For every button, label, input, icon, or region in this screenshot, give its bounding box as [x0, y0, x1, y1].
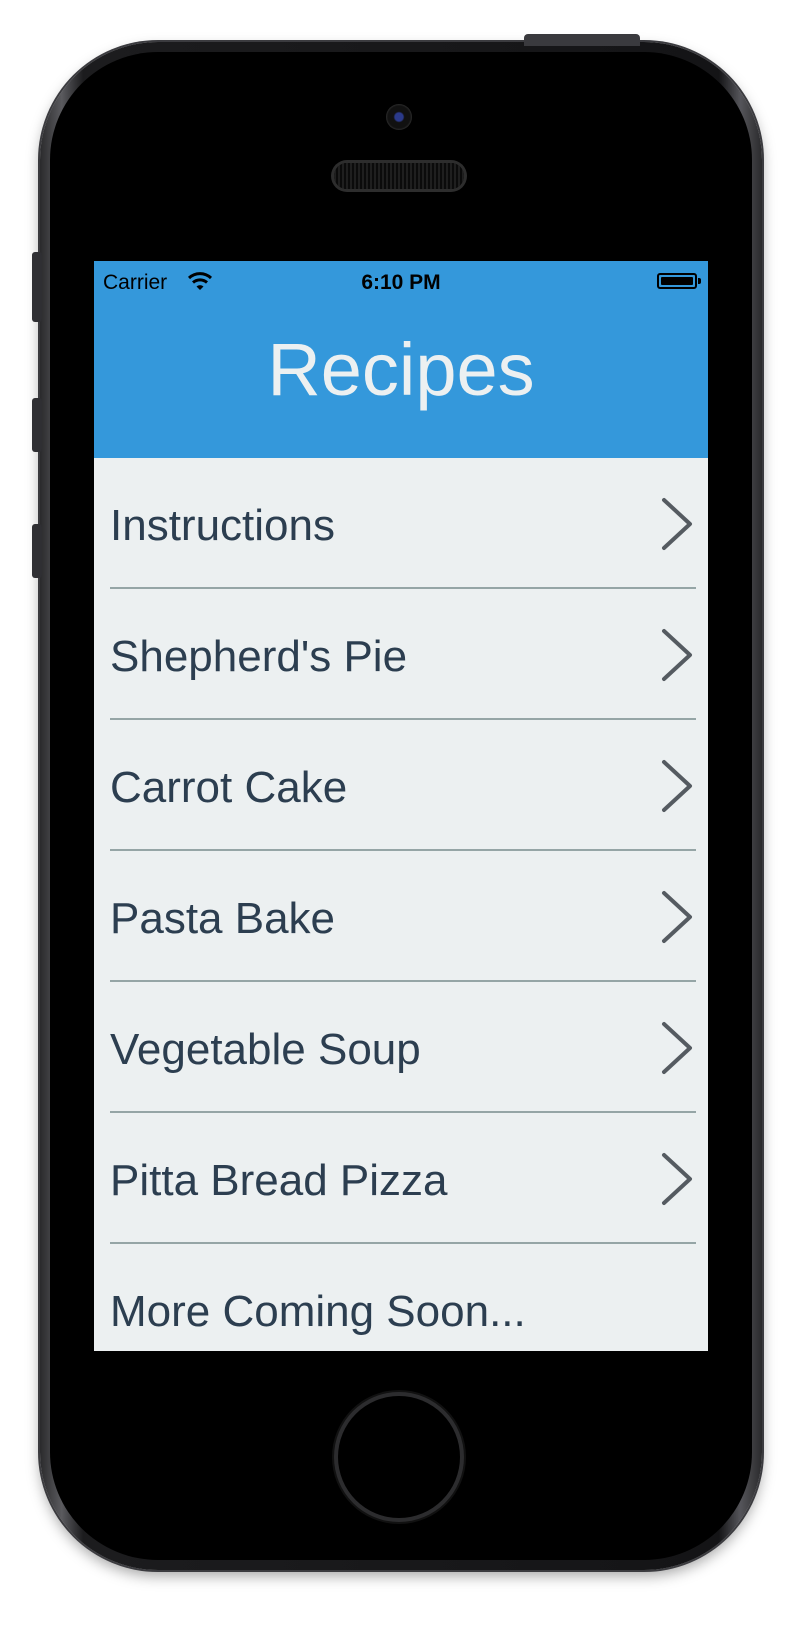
- battery-icon: [657, 273, 697, 289]
- home-button[interactable]: [338, 1396, 460, 1518]
- list-item[interactable]: Vegetable Soup: [94, 982, 708, 1113]
- earpiece-speaker: [334, 163, 464, 189]
- status-time: 6:10 PM: [361, 271, 441, 294]
- front-camera: [386, 104, 412, 130]
- status-bar: Carrier 6:10 PM: [94, 261, 708, 305]
- mute-switch: [32, 252, 42, 322]
- list-item-label: Pasta Bake: [110, 894, 336, 943]
- app-screen: Carrier 6:10 PM Recipes Instructions She…: [94, 261, 708, 1351]
- list-item[interactable]: More Coming Soon...: [94, 1244, 708, 1351]
- volume-down-button: [32, 524, 42, 578]
- recipe-list: Instructions Shepherd's Pie Carrot Cake …: [94, 458, 708, 1351]
- list-item-label: Vegetable Soup: [110, 1025, 421, 1074]
- list-item-label: Shepherd's Pie: [110, 632, 408, 681]
- list-item[interactable]: Carrot Cake: [94, 720, 708, 851]
- sleep-wake-button: [524, 34, 640, 46]
- volume-up-button: [32, 398, 42, 452]
- list-item[interactable]: Pasta Bake: [94, 851, 708, 982]
- battery-level-fill: [661, 277, 693, 285]
- chevron-right-icon: [662, 498, 692, 550]
- navigation-header: Carrier 6:10 PM Recipes: [94, 261, 708, 458]
- battery-tip: [698, 278, 701, 284]
- list-item[interactable]: Shepherd's Pie: [94, 589, 708, 720]
- chevron-right-icon: [662, 1153, 692, 1205]
- list-item[interactable]: Pitta Bread Pizza: [94, 1113, 708, 1244]
- list-item-label: Pitta Bread Pizza: [110, 1156, 448, 1205]
- list-item-label: Carrot Cake: [110, 763, 348, 812]
- chevron-right-icon: [662, 760, 692, 812]
- chevron-right-icon: [662, 1022, 692, 1074]
- page-title: Recipes: [267, 328, 535, 411]
- list-item-label: Instructions: [110, 501, 335, 550]
- chevron-right-icon: [662, 891, 692, 943]
- list-item[interactable]: Instructions: [94, 458, 708, 589]
- list-item-label: More Coming Soon...: [110, 1287, 526, 1336]
- chevron-right-icon: [662, 629, 692, 681]
